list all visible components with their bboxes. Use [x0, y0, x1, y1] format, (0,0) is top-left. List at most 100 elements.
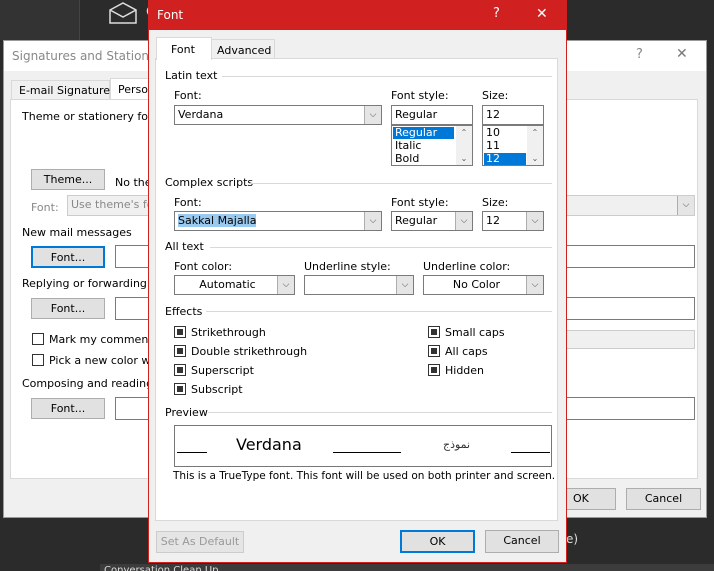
- cancel-button[interactable]: Cancel: [626, 488, 701, 510]
- latin-font-combo[interactable]: Verdana ⌵: [174, 105, 382, 125]
- font-color-label: Font color:: [174, 260, 233, 273]
- chevron-down-icon[interactable]: ⌵: [677, 196, 694, 215]
- ok-button[interactable]: OK: [560, 488, 616, 510]
- latin-size-label: Size:: [482, 89, 509, 102]
- help-button[interactable]: ?: [636, 47, 643, 62]
- preview-box: Verdana نموذج: [174, 425, 552, 467]
- latin-style-list[interactable]: Regular Italic Bold ⌃ ⌄: [391, 125, 473, 166]
- title-bar: Font ? ✕: [149, 1, 566, 30]
- underline-color-combo[interactable]: No Color ⌵: [423, 275, 544, 295]
- chevron-down-icon[interactable]: ⌵: [455, 212, 472, 230]
- close-icon[interactable]: ✕: [676, 46, 688, 62]
- latin-size-list[interactable]: 10 11 12 ⌃ ⌄: [482, 125, 544, 166]
- preview-underline: [333, 452, 401, 453]
- tab-advanced[interactable]: Advanced: [211, 39, 275, 59]
- complex-heading: Complex scripts: [165, 176, 254, 189]
- all-caps-label: All caps: [445, 345, 488, 358]
- background-panel: [0, 0, 80, 40]
- list-item-selected[interactable]: Regular: [393, 127, 454, 139]
- complex-style-label: Font style:: [391, 196, 449, 209]
- complex-style-combo[interactable]: Regular ⌵: [391, 211, 473, 231]
- cancel-button[interactable]: Cancel: [485, 530, 559, 553]
- chevron-down-icon[interactable]: ⌵: [526, 276, 543, 294]
- chevron-down-icon[interactable]: ⌵: [364, 106, 381, 124]
- list-item[interactable]: Bold: [395, 153, 419, 165]
- new-mail-label: New mail messages: [22, 226, 132, 239]
- complex-size-combo[interactable]: 12 ⌵: [482, 211, 544, 231]
- all-caps-checkbox[interactable]: [428, 345, 440, 357]
- list-item[interactable]: 10: [486, 127, 500, 139]
- double-strikethrough-checkbox[interactable]: [174, 345, 186, 357]
- combo-value: No Color: [452, 278, 501, 291]
- chevron-down-icon[interactable]: ⌵: [277, 276, 294, 294]
- list-item[interactable]: Italic: [395, 140, 421, 152]
- list-item[interactable]: 11: [486, 140, 500, 152]
- set-as-default-button[interactable]: Set As Default: [156, 531, 244, 553]
- superscript-label: Superscript: [191, 364, 254, 377]
- divider: [206, 311, 552, 312]
- small-caps-checkbox[interactable]: [428, 326, 440, 338]
- tab-email-signature[interactable]: E-mail Signature: [11, 80, 110, 100]
- tab-label: Advanced: [217, 44, 272, 57]
- mark-comments-checkbox[interactable]: [32, 333, 44, 345]
- divider: [210, 247, 552, 248]
- underline-style-combo[interactable]: ⌵: [304, 275, 414, 295]
- scrollbar[interactable]: ⌃ ⌄: [527, 126, 543, 165]
- hidden-label: Hidden: [445, 364, 485, 377]
- tab-label: E-mail Signature: [19, 84, 111, 97]
- preview-heading: Preview: [165, 406, 208, 419]
- underline-color-label: Underline color:: [423, 260, 511, 273]
- chevron-down-icon[interactable]: ⌵: [396, 276, 413, 294]
- superscript-checkbox[interactable]: [174, 364, 186, 376]
- double-strikethrough-label: Double strikethrough: [191, 345, 308, 358]
- dialog-title: Signatures and Stationery: [12, 49, 169, 63]
- tab-font[interactable]: Font: [156, 37, 212, 60]
- latin-style-label: Font style:: [391, 89, 449, 102]
- divider: [250, 183, 552, 184]
- preview-underline: [511, 452, 550, 453]
- effects-heading: Effects: [165, 305, 203, 318]
- reply-font-button[interactable]: Font...: [31, 298, 105, 319]
- pick-color-checkbox[interactable]: [32, 354, 44, 366]
- combo-value: Automatic: [199, 278, 256, 291]
- help-button[interactable]: ?: [493, 6, 500, 21]
- subscript-checkbox[interactable]: [174, 383, 186, 395]
- divider: [208, 412, 552, 413]
- complex-font-combo[interactable]: Sakkal Majalla ⌵: [174, 211, 382, 231]
- complex-size-label: Size:: [482, 196, 509, 209]
- divider: [222, 76, 552, 77]
- strikethrough-checkbox[interactable]: [174, 326, 186, 338]
- complex-font-label: Font:: [174, 196, 202, 209]
- preview-latin-sample: Verdana: [236, 435, 302, 454]
- composing-font-button[interactable]: Font...: [31, 398, 105, 419]
- small-caps-label: Small caps: [445, 326, 505, 339]
- replying-label: Replying or forwarding m: [22, 277, 162, 290]
- font-color-combo[interactable]: Automatic ⌵: [174, 275, 295, 295]
- combo-value: Sakkal Majalla: [178, 214, 257, 227]
- chevron-down-icon[interactable]: ⌵: [526, 212, 543, 230]
- latin-style-input[interactable]: Regular: [391, 105, 473, 125]
- background-fragment: e): [566, 532, 579, 546]
- hidden-checkbox[interactable]: [428, 364, 440, 376]
- composing-label: Composing and reading p: [22, 377, 164, 390]
- latin-heading: Latin text: [165, 69, 218, 82]
- underline-style-label: Underline style:: [304, 260, 391, 273]
- latin-font-label: Font:: [174, 89, 202, 102]
- tab-label: Font: [171, 43, 195, 56]
- input-value: 12: [486, 108, 500, 121]
- list-item-selected[interactable]: 12: [484, 153, 526, 165]
- combo-value: Regular: [395, 214, 438, 227]
- tab-panel: Latin text Font: Verdana ⌵ Font style: Re…: [155, 58, 558, 521]
- dialog-title: Font: [157, 8, 184, 22]
- ok-button[interactable]: OK: [400, 530, 475, 553]
- font-label: Font:: [31, 201, 59, 214]
- theme-button[interactable]: Theme...: [31, 169, 105, 190]
- new-mail-font-button[interactable]: Font...: [31, 246, 105, 268]
- close-icon[interactable]: ✕: [536, 6, 548, 22]
- latin-size-input[interactable]: 12: [482, 105, 544, 125]
- strikethrough-label: Strikethrough: [191, 326, 266, 339]
- pick-color-label: Pick a new color whe: [49, 354, 165, 367]
- input-value: Regular: [395, 108, 438, 121]
- chevron-down-icon[interactable]: ⌵: [364, 212, 381, 230]
- scrollbar[interactable]: ⌃ ⌄: [456, 126, 472, 165]
